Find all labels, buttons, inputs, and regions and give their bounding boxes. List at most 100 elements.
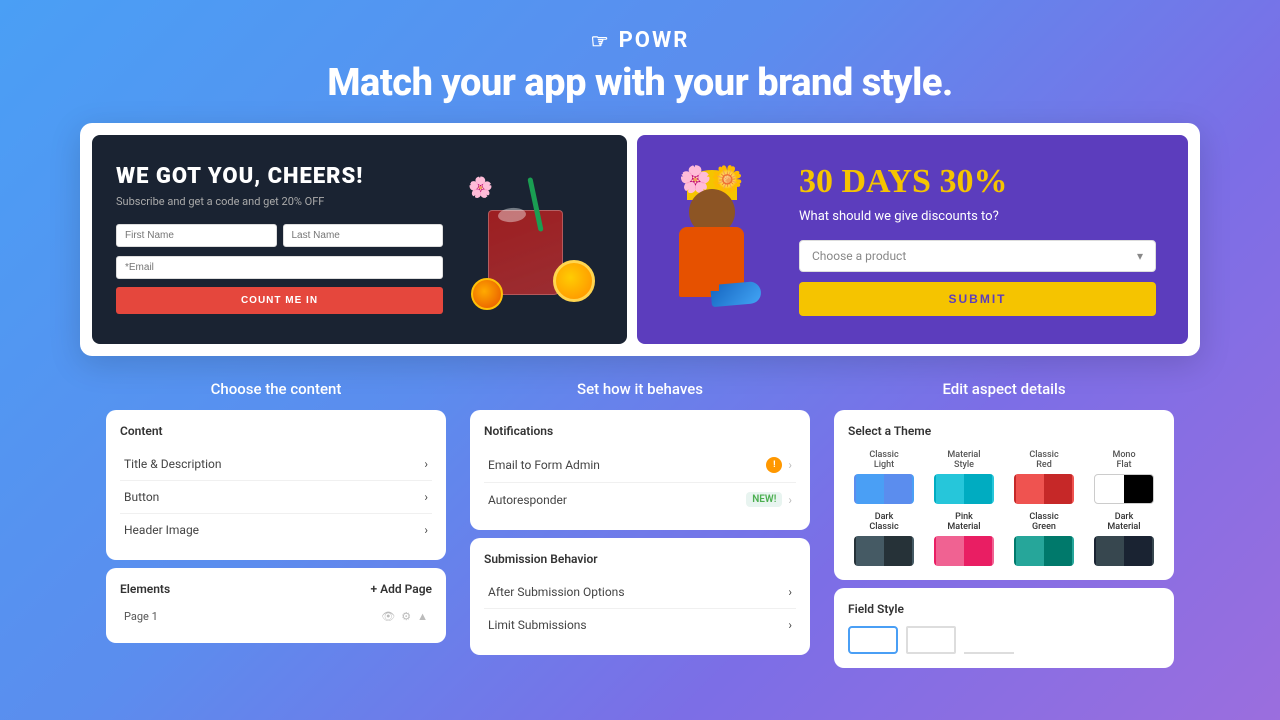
button-row[interactable]: Button ›: [120, 481, 432, 514]
title-description-row[interactable]: Title & Description ›: [120, 448, 432, 481]
page-settings-icon[interactable]: ⚙: [401, 610, 411, 623]
product-select-dropdown[interactable]: Choose a product ▾: [799, 240, 1156, 272]
content-col-title: Choose the content: [106, 380, 446, 398]
field-style-option-2[interactable]: [906, 626, 956, 654]
preview-section: WE GOT YOU, CHEERS! Subscribe and get a …: [0, 123, 1280, 356]
last-name-input[interactable]: [283, 224, 444, 247]
limit-submissions-row[interactable]: Limit Submissions ›: [484, 609, 796, 641]
limit-submissions-label: Limit Submissions: [488, 618, 587, 632]
mono-flat-swatch: [1094, 474, 1154, 504]
mono-flat-label: MonoFlat: [1112, 450, 1135, 470]
page-1-label: Page 1: [124, 610, 158, 623]
button-chevron: ›: [424, 490, 428, 504]
preview-container: WE GOT YOU, CHEERS! Subscribe and get a …: [80, 123, 1200, 356]
classic-red-label: ClassicRed: [1029, 450, 1058, 470]
content-panel: Content Title & Description › Button › H…: [106, 410, 446, 560]
autoresponder-row[interactable]: Autoresponder NEW! ›: [484, 483, 796, 516]
theme-panel: Select a Theme ClassicLight MaterialStyl…: [834, 410, 1174, 580]
first-name-input[interactable]: [116, 224, 277, 247]
classic-light-label: ClassicLight: [869, 450, 898, 470]
after-submission-chevron: ›: [788, 585, 792, 599]
theme-panel-header: Select a Theme: [848, 424, 1160, 438]
theme-pink-material[interactable]: PinkMaterial: [928, 512, 1000, 566]
flower-decor: 🌸: [468, 175, 493, 199]
move-up-icon[interactable]: ▲: [417, 610, 428, 623]
new-badge: NEW!: [746, 492, 782, 507]
after-submission-row[interactable]: After Submission Options ›: [484, 576, 796, 609]
orange-slice-right: [553, 260, 595, 302]
email-admin-row[interactable]: Email to Form Admin ! ›: [484, 448, 796, 483]
pink-material-swatch: [934, 536, 994, 566]
add-page-button[interactable]: + Add Page: [371, 582, 432, 596]
material-style-label: MaterialStyle: [947, 450, 980, 470]
orange-slice-left: [471, 278, 503, 310]
logo: ☞ POWR: [0, 28, 1280, 53]
dark-card-title: WE GOT YOU, CHEERS!: [116, 165, 443, 189]
field-style-header: Field Style: [848, 602, 1160, 616]
classic-green-label: ClassicGreen: [1029, 512, 1058, 532]
count-me-in-button[interactable]: COUNT ME IN: [116, 287, 443, 314]
theme-material-style[interactable]: MaterialStyle: [928, 450, 1000, 504]
eye-icon[interactable]: 👁: [381, 610, 395, 623]
classic-light-swatch: [854, 474, 914, 504]
limit-submissions-chevron: ›: [788, 618, 792, 632]
bottom-section: Choose the content Content Title & Descr…: [0, 380, 1280, 668]
design-col-title: Edit aspect details: [834, 380, 1174, 398]
design-column: Edit aspect details Select a Theme Class…: [834, 380, 1174, 668]
behavior-column: Set how it behaves Notifications Email t…: [470, 380, 810, 668]
pink-material-label: PinkMaterial: [947, 512, 980, 532]
purple-card-content: 30 DAYS 30% What should we give discount…: [799, 163, 1156, 316]
title-description-chevron: ›: [424, 457, 428, 471]
submit-button[interactable]: SUBMIT: [799, 282, 1156, 316]
logo-text: POWR: [619, 28, 690, 53]
header-image-label: Header Image: [124, 523, 199, 537]
page-headline: Match your app with your brand style.: [0, 61, 1280, 105]
discount-question: What should we give discounts to?: [799, 209, 1156, 224]
classic-red-swatch: [1014, 474, 1074, 504]
theme-classic-green[interactable]: ClassicGreen: [1008, 512, 1080, 566]
submission-panel: Submission Behavior After Submission Opt…: [470, 538, 810, 655]
theme-dark-material[interactable]: DarkMaterial: [1088, 512, 1160, 566]
name-fields-row: [116, 224, 443, 247]
content-panel-header: Content: [120, 424, 432, 438]
powr-icon: ☞: [591, 29, 611, 53]
dark-classic-swatch: [854, 536, 914, 566]
field-style-option-1[interactable]: [848, 626, 898, 654]
person-leg: [699, 267, 719, 291]
theme-mono-flat[interactable]: MonoFlat: [1088, 450, 1160, 504]
elements-panel: Elements + Add Page Page 1 👁 ⚙ ▲: [106, 568, 446, 643]
elements-label: Elements: [120, 582, 170, 596]
page-1-item[interactable]: Page 1 👁 ⚙ ▲: [120, 604, 432, 629]
dark-card-content: WE GOT YOU, CHEERS! Subscribe and get a …: [116, 165, 443, 314]
header-image-row[interactable]: Header Image ›: [120, 514, 432, 546]
header-image-chevron: ›: [424, 523, 428, 537]
email-admin-chevron: ›: [788, 458, 792, 472]
autoresponder-label: Autoresponder: [488, 493, 567, 507]
person-illustration: 🌸🌼: [669, 175, 779, 305]
dropdown-placeholder: Choose a product: [812, 249, 906, 263]
elements-panel-header: Elements + Add Page: [120, 582, 432, 596]
theme-classic-red[interactable]: ClassicRed: [1008, 450, 1080, 504]
submission-header: Submission Behavior: [484, 552, 796, 566]
field-style-option-3[interactable]: [964, 626, 1014, 654]
email-admin-right: ! ›: [766, 457, 792, 473]
theme-classic-light[interactable]: ClassicLight: [848, 450, 920, 504]
behavior-col-title: Set how it behaves: [470, 380, 810, 398]
themes-grid: ClassicLight MaterialStyle ClassicRed Mo…: [848, 450, 1160, 566]
autoresponder-chevron: ›: [788, 493, 792, 507]
field-style-options: [848, 626, 1160, 654]
title-description-label: Title & Description: [124, 457, 221, 471]
email-input[interactable]: [116, 256, 443, 279]
autoresponder-right: NEW! ›: [746, 492, 792, 507]
classic-green-swatch: [1014, 536, 1074, 566]
dark-material-label: DarkMaterial: [1107, 512, 1140, 532]
dropdown-chevron: ▾: [1137, 249, 1143, 263]
content-column: Choose the content Content Title & Descr…: [106, 380, 446, 668]
theme-dark-classic[interactable]: DarkClassic: [848, 512, 920, 566]
preview-card-dark: WE GOT YOU, CHEERS! Subscribe and get a …: [92, 135, 627, 344]
after-submission-label: After Submission Options: [488, 585, 625, 599]
glass-body: [488, 210, 563, 295]
preview-card-purple: 🌸🌼 30 DAYS 30% What should we give disco…: [637, 135, 1188, 344]
material-style-swatch: [934, 474, 994, 504]
page-header: ☞ POWR Match your app with your brand st…: [0, 0, 1280, 123]
